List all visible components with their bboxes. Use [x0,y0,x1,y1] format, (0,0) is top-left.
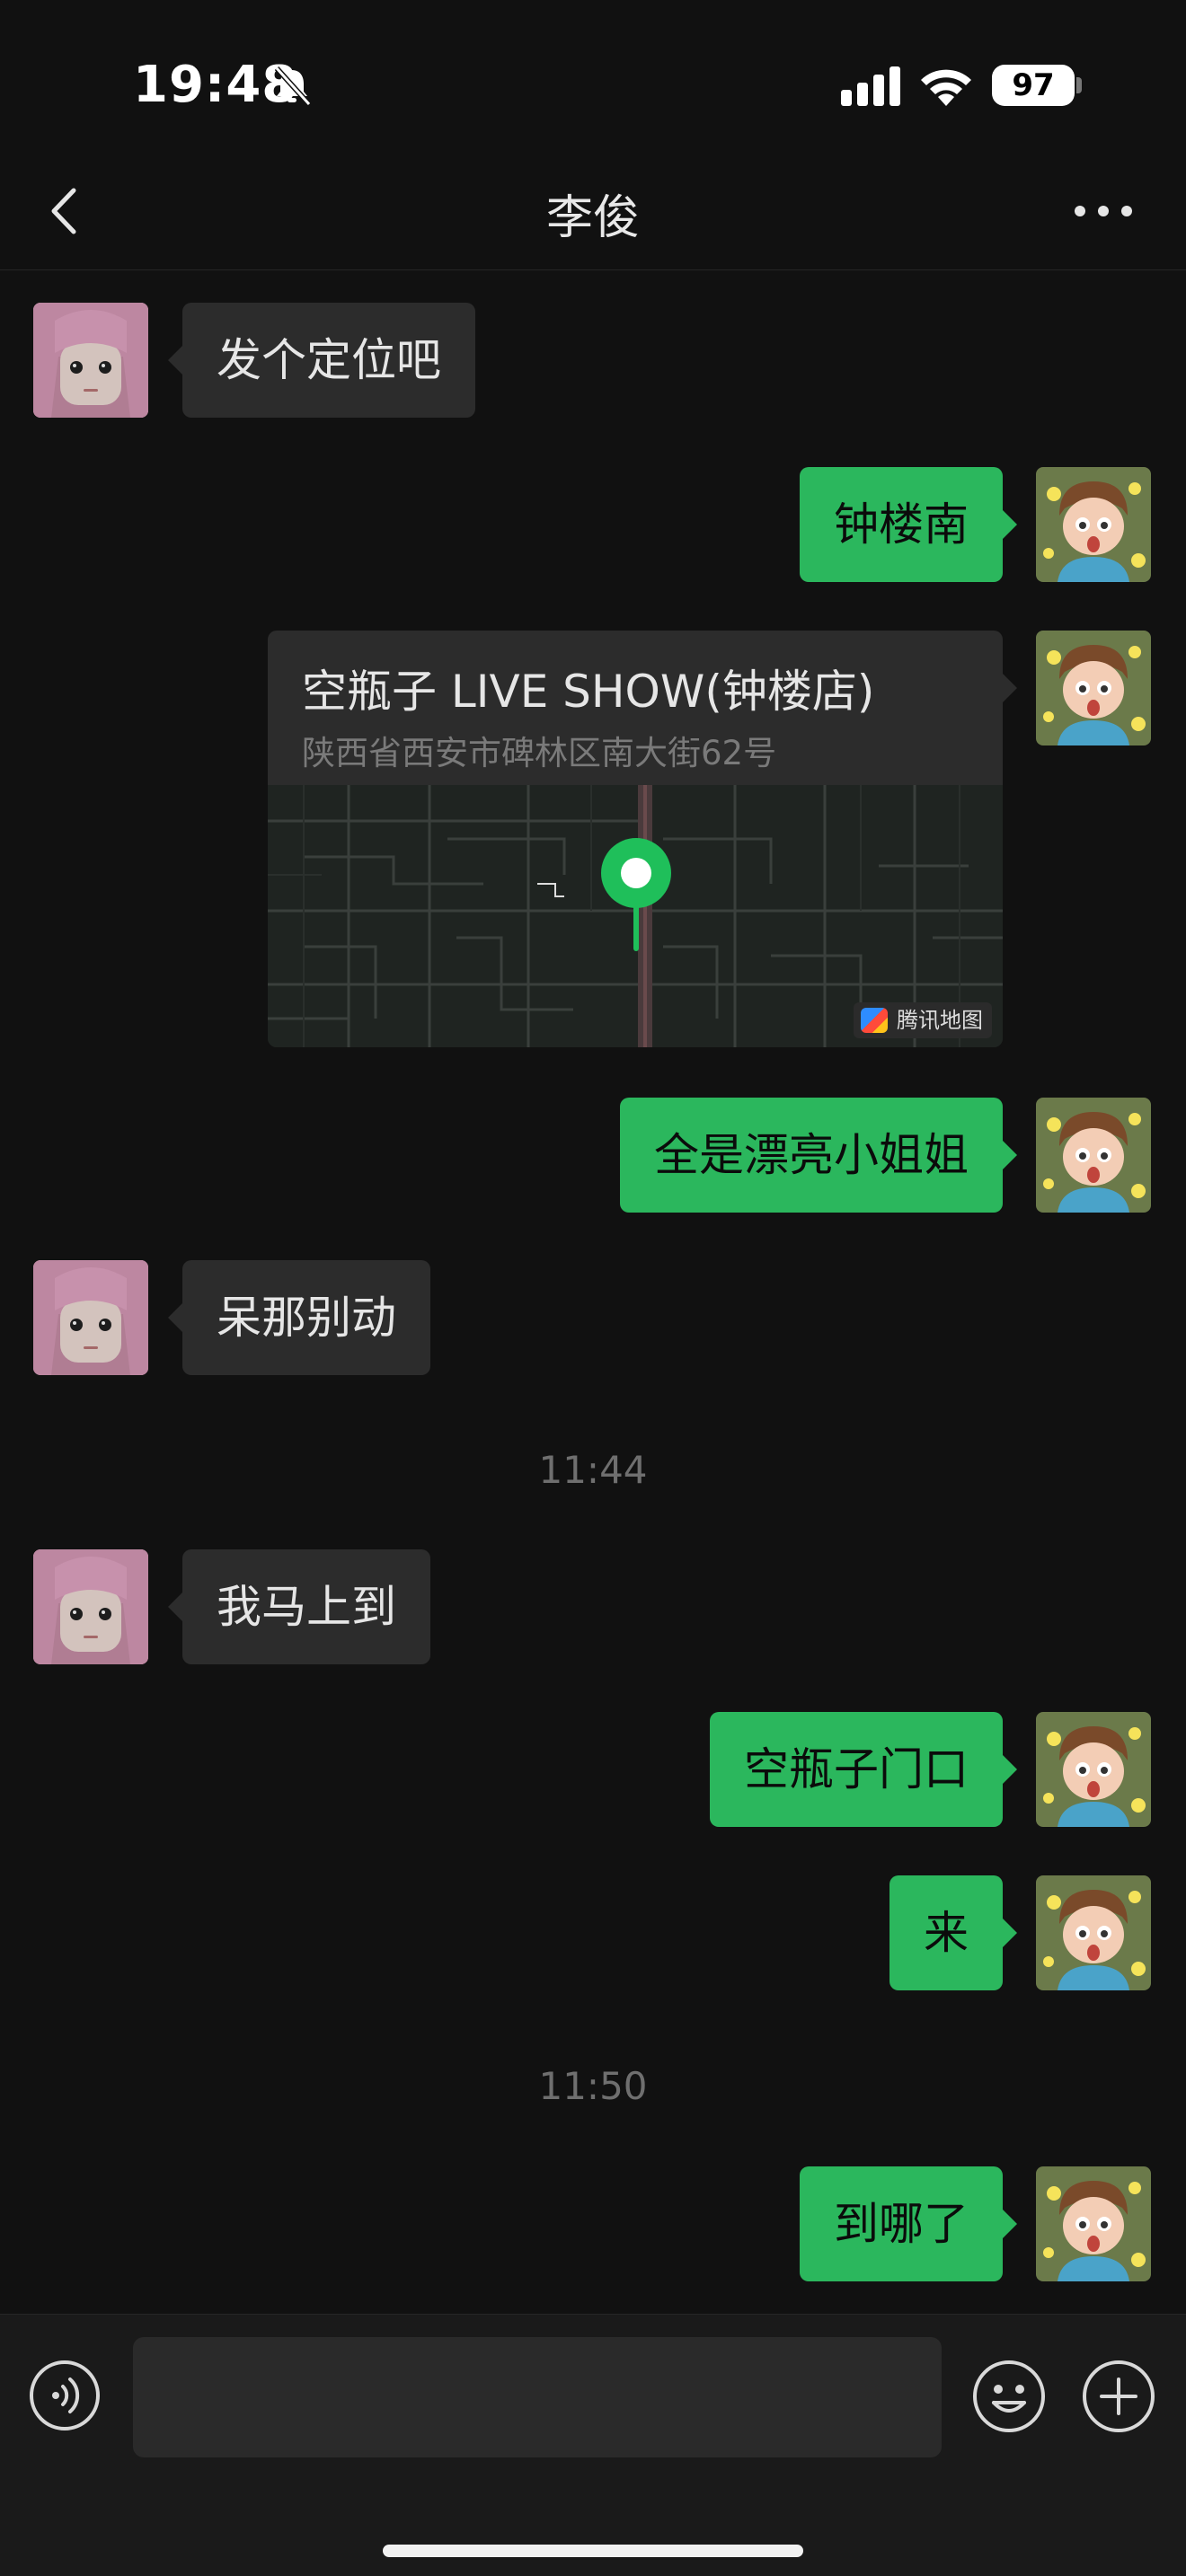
map-provider-badge: 腾讯地图 [854,1002,992,1038]
chat-screen: 19:48 97 李俊 发个定位吧 钟楼南 空瓶子 LIVE SHOW(钟楼店)… [0,0,1186,2576]
bell-muted-icon [274,66,312,107]
voice-icon[interactable] [29,2360,101,2431]
message-bubble-outgoing[interactable]: 钟楼南 [800,467,1017,582]
chat-title: 李俊 [545,191,640,245]
message-input[interactable] [133,2337,942,2457]
cellular-signal-icon [841,66,900,106]
contact-avatar[interactable] [33,1260,148,1375]
location-map[interactable]: 腾讯地图 [268,785,1003,1047]
user-avatar[interactable] [1036,467,1151,582]
status-bar: 19:48 97 [0,0,1186,171]
wifi-icon [921,69,971,106]
user-avatar[interactable] [1036,631,1151,745]
message-bubble-outgoing[interactable]: 空瓶子门口 [710,1712,1017,1827]
battery-icon: 97 [992,65,1075,106]
tencent-map-icon [861,1008,888,1033]
more-dots-icon[interactable] [1067,180,1139,243]
message-bubble-outgoing[interactable]: 全是漂亮小姐姐 [620,1098,1017,1213]
message-bubble-incoming[interactable]: 我马上到 [168,1549,430,1664]
message-bubble-outgoing[interactable]: 到哪了 [800,2166,1017,2281]
location-card-tail [1003,674,1017,702]
message-bubble-incoming[interactable]: 呆那别动 [168,1260,430,1375]
user-avatar[interactable] [1036,1712,1151,1827]
message-timestamp: 11:50 [538,2064,648,2108]
plus-icon[interactable] [1082,2360,1155,2433]
user-avatar[interactable] [1036,1875,1151,1990]
input-bar [0,2314,1186,2576]
location-address: 陕西省西安市碑林区南大街62号 [302,734,777,772]
location-name: 空瓶子 LIVE SHOW(钟楼店) [302,666,875,718]
contact-avatar[interactable] [33,1549,148,1664]
nav-bar: 李俊 [0,153,1186,270]
home-indicator[interactable] [383,2545,803,2557]
message-timestamp: 11:44 [538,1448,648,1492]
message-bubble-incoming[interactable]: 发个定位吧 [168,303,475,418]
contact-avatar[interactable] [33,303,148,418]
user-avatar[interactable] [1036,1098,1151,1213]
message-bubble-outgoing[interactable]: 来 [890,1875,1017,1990]
battery-tip [1076,77,1082,93]
user-avatar[interactable] [1036,2166,1151,2281]
emoji-icon[interactable] [972,2360,1046,2433]
map-provider-label: 腾讯地图 [897,1008,983,1033]
location-card[interactable]: 空瓶子 LIVE SHOW(钟楼店) 陕西省西安市碑林区南大街62号 腾讯地图 [268,631,1003,1047]
